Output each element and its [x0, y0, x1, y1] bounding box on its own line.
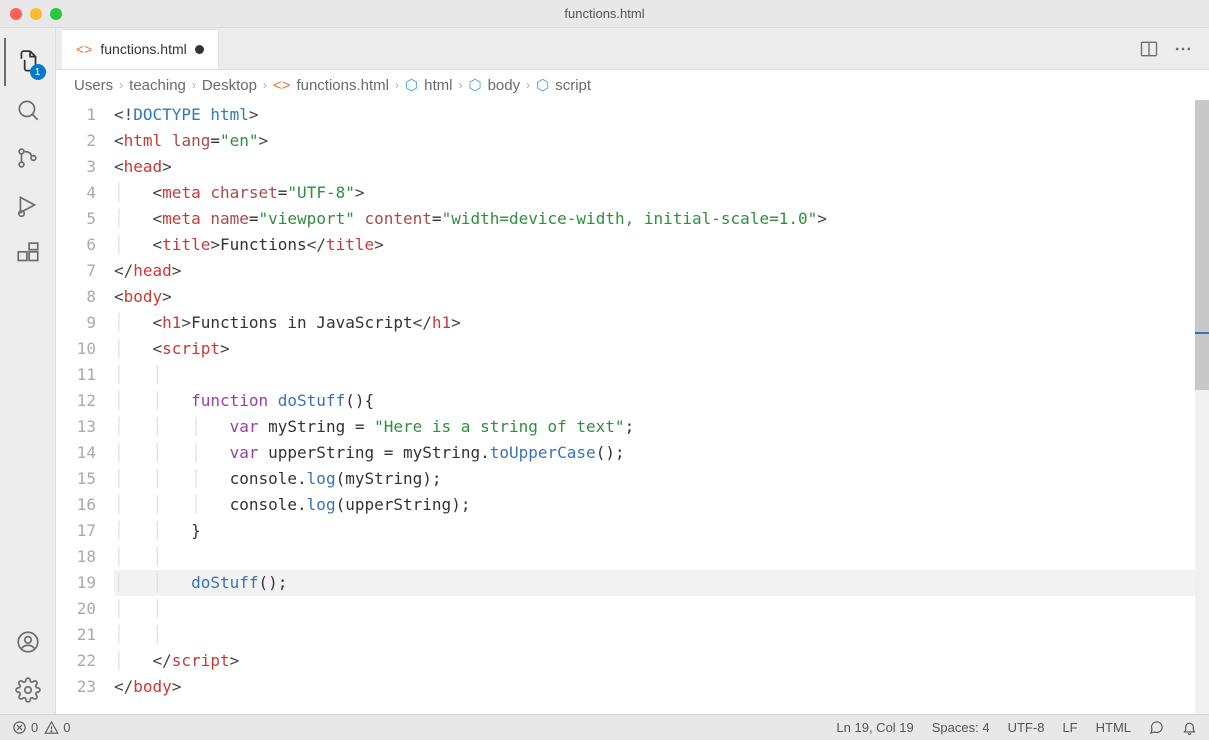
cursor-position[interactable]: Ln 19, Col 19: [836, 720, 913, 735]
maximize-window-button[interactable]: [50, 8, 62, 20]
chevron-right-icon: ›: [192, 78, 196, 92]
explorer-icon[interactable]: 1: [4, 38, 52, 86]
eol[interactable]: LF: [1062, 720, 1077, 735]
status-bar: 0 0 Ln 19, Col 19 Spaces: 4 UTF-8 LF HTM…: [0, 714, 1209, 740]
tab-label: functions.html: [100, 41, 186, 57]
title-bar: functions.html: [0, 0, 1209, 28]
chevron-right-icon: ›: [395, 78, 399, 92]
window-title: functions.html: [564, 6, 644, 21]
code-area[interactable]: <!DOCTYPE html> <html lang="en"> <head> …: [114, 100, 1209, 714]
tab-dirty-indicator: [195, 45, 204, 54]
editor[interactable]: 1234567891011121314151617181920212223 <!…: [56, 100, 1209, 714]
line-number-gutter: 1234567891011121314151617181920212223: [56, 100, 114, 714]
scrollbar-thumb[interactable]: [1195, 100, 1209, 390]
feedback-icon[interactable]: [1149, 720, 1164, 735]
accounts-icon[interactable]: [4, 618, 52, 666]
explorer-badge: 1: [30, 64, 46, 80]
encoding[interactable]: UTF-8: [1008, 720, 1045, 735]
chevron-right-icon: ›: [119, 78, 123, 92]
tab-bar: <> functions.html: [56, 28, 1209, 70]
breadcrumb-users[interactable]: Users: [74, 77, 113, 94]
symbol-cube-icon: ⬡: [536, 76, 549, 94]
close-window-button[interactable]: [10, 8, 22, 20]
notifications-bell-icon[interactable]: [1182, 720, 1197, 735]
settings-gear-icon[interactable]: [4, 666, 52, 714]
split-editor-icon[interactable]: [1139, 39, 1159, 59]
breadcrumb-file[interactable]: <>functions.html: [273, 77, 389, 94]
minimap-highlight: [1195, 332, 1209, 334]
indentation[interactable]: Spaces: 4: [932, 720, 990, 735]
scrollbar-minimap[interactable]: [1195, 100, 1209, 714]
errors-count[interactable]: 0: [12, 720, 38, 735]
breadcrumb-teaching[interactable]: teaching: [129, 77, 186, 94]
symbol-cube-icon: ⬡: [405, 76, 418, 94]
chevron-right-icon: ›: [458, 78, 462, 92]
source-control-icon[interactable]: [4, 134, 52, 182]
warnings-count[interactable]: 0: [44, 720, 70, 735]
breadcrumb-script[interactable]: ⬡script: [536, 76, 591, 94]
activity-bar: 1: [0, 28, 56, 714]
chevron-right-icon: ›: [526, 78, 530, 92]
tab-functions-html[interactable]: <> functions.html: [62, 29, 219, 69]
extensions-icon[interactable]: [4, 230, 52, 278]
html-file-icon: <>: [76, 41, 92, 57]
run-debug-icon[interactable]: [4, 182, 52, 230]
minimize-window-button[interactable]: [30, 8, 42, 20]
search-icon[interactable]: [4, 86, 52, 134]
language-mode[interactable]: HTML: [1096, 720, 1131, 735]
html-file-icon: <>: [273, 77, 291, 94]
breadcrumb-html[interactable]: ⬡html: [405, 76, 452, 94]
symbol-cube-icon: ⬡: [468, 76, 481, 94]
more-actions-icon[interactable]: [1173, 39, 1193, 59]
window-controls: [10, 8, 62, 20]
chevron-right-icon: ›: [263, 78, 267, 92]
breadcrumbs: Users › teaching › Desktop › <>functions…: [56, 70, 1209, 100]
breadcrumb-desktop[interactable]: Desktop: [202, 77, 257, 94]
breadcrumb-body[interactable]: ⬡body: [468, 76, 520, 94]
